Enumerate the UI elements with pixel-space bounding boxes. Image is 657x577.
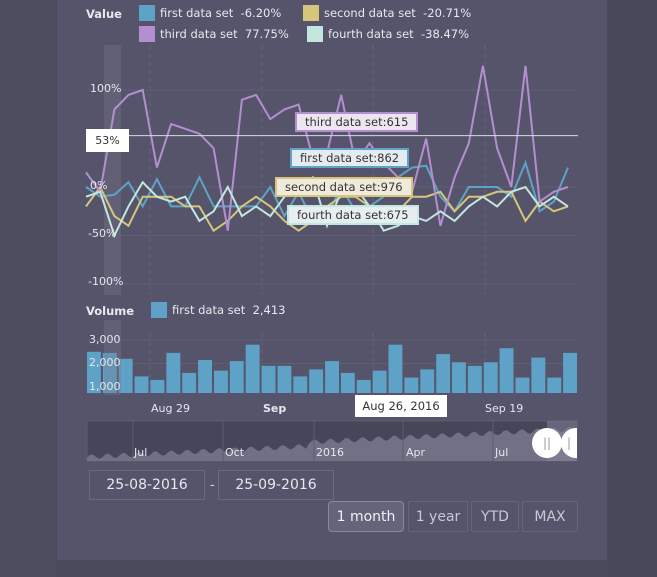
volume-bar bbox=[293, 376, 308, 393]
navigator-label: Jul bbox=[134, 446, 148, 459]
legend-item-third[interactable]: third data set 77.75% bbox=[139, 26, 289, 42]
volume-bar bbox=[150, 379, 165, 393]
legend-swatch-third bbox=[139, 26, 155, 42]
crosshair-value-label: 53% bbox=[86, 129, 129, 152]
legend-item-first[interactable]: first data set -6.20% bbox=[139, 5, 281, 21]
volume-bar bbox=[420, 369, 435, 393]
volume-bar bbox=[166, 352, 181, 393]
legend-name: fourth data set bbox=[328, 27, 414, 41]
legend-swatch-volume bbox=[151, 302, 167, 318]
volume-y-tick-label: 2,000 bbox=[89, 356, 121, 369]
volume-bar bbox=[452, 362, 466, 393]
legend-value: 2,413 bbox=[252, 303, 286, 317]
navigator-label: Apr bbox=[406, 446, 426, 459]
legend-swatch-fourth bbox=[307, 26, 323, 42]
y-tick-label: -100% bbox=[88, 275, 124, 288]
legend-item-fourth[interactable]: fourth data set -38.47% bbox=[307, 26, 469, 42]
volume-y-tick-label: 3,000 bbox=[89, 333, 121, 346]
tooltip-third-data-set: third data set:615 bbox=[295, 112, 419, 132]
x-tick-label: Sep bbox=[263, 402, 287, 415]
legend-value: 77.75% bbox=[244, 27, 289, 41]
volume-bar bbox=[388, 344, 403, 393]
x-tick-label: Sep 19 bbox=[485, 402, 524, 415]
volume-bar bbox=[531, 357, 546, 393]
volume-bar bbox=[198, 360, 212, 393]
navigator-label: Jul bbox=[495, 446, 509, 459]
date-to-input[interactable]: 25-09-2016 bbox=[218, 470, 334, 500]
x-tick-label: Aug 29 bbox=[151, 402, 190, 415]
volume-bar bbox=[214, 370, 228, 393]
value-pane-title: Value bbox=[86, 7, 122, 21]
volume-bar bbox=[134, 376, 149, 393]
tooltip-fourth-data-set: fourth data set:675 bbox=[287, 205, 419, 225]
volume-bar bbox=[356, 379, 371, 393]
legend-item-second[interactable]: second data set -20.71% bbox=[303, 5, 471, 21]
date-from-input[interactable]: 25-08-2016 bbox=[89, 470, 205, 500]
range-button-ytd[interactable]: YTD bbox=[471, 501, 519, 532]
volume-bar bbox=[325, 361, 339, 393]
y-tick-label: 0% bbox=[90, 179, 108, 192]
volume-bar bbox=[261, 365, 276, 393]
legend-value: -38.47% bbox=[421, 27, 470, 41]
legend-value: -20.71% bbox=[423, 6, 472, 20]
volume-bar bbox=[277, 365, 292, 393]
volume-bar bbox=[340, 372, 355, 393]
y-tick-label: 100% bbox=[90, 82, 122, 95]
volume-bar bbox=[309, 369, 324, 393]
volume-bar bbox=[229, 361, 244, 393]
y-tick-label: -50% bbox=[88, 227, 117, 240]
tooltip-first-data-set: first data set:862 bbox=[290, 148, 410, 168]
tooltip-second-data-set: second data set:976 bbox=[275, 177, 413, 197]
volume-bar bbox=[182, 372, 197, 393]
volume-y-tick-label: 1,000 bbox=[89, 380, 121, 393]
range-button-1-month[interactable]: 1 month bbox=[328, 501, 404, 532]
volume-bar bbox=[467, 365, 482, 393]
navigator-label: Oct bbox=[225, 446, 245, 459]
date-separator: - bbox=[210, 478, 215, 493]
date-tooltip: Aug 26, 2016 bbox=[355, 395, 447, 417]
legend-name: first data set bbox=[172, 303, 246, 317]
volume-bar bbox=[404, 377, 419, 393]
legend-value: -6.20% bbox=[240, 6, 282, 20]
volume-bar bbox=[547, 377, 562, 393]
legend-swatch-second bbox=[303, 5, 319, 21]
volume-bar bbox=[436, 354, 451, 393]
volume-bar bbox=[499, 348, 514, 393]
legend-name: first data set bbox=[160, 6, 234, 20]
range-button-max[interactable]: MAX bbox=[522, 501, 578, 532]
volume-pane-title: Volume bbox=[86, 304, 135, 318]
navigator-label: 2016 bbox=[316, 446, 344, 459]
volume-bar bbox=[245, 344, 260, 393]
grip-icon: | bbox=[566, 436, 572, 450]
navigator-left-handle[interactable]: || bbox=[532, 428, 562, 458]
legend-swatch-first bbox=[139, 5, 155, 21]
volume-bar bbox=[515, 377, 530, 393]
legend-name: second data set bbox=[324, 6, 416, 20]
range-button-1-year[interactable]: 1 year bbox=[408, 501, 468, 532]
volume-bar bbox=[483, 362, 498, 393]
legend-name: third data set bbox=[160, 27, 238, 41]
volume-bar bbox=[372, 370, 387, 393]
volume-bar bbox=[563, 352, 577, 393]
legend-item-volume[interactable]: first data set 2,413 bbox=[151, 302, 286, 318]
grip-icon: || bbox=[542, 436, 552, 450]
